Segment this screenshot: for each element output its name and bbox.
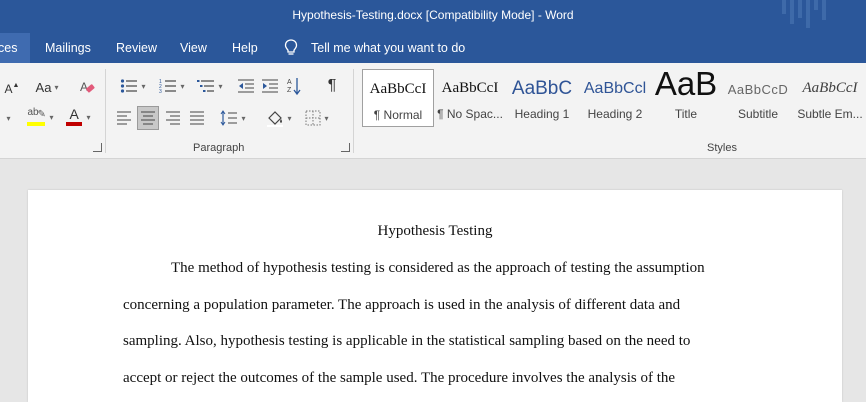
window-title: Hypothesis-Testing.docx [Compatibility M… (292, 8, 574, 22)
tab-mailings[interactable]: Mailings (43, 33, 93, 63)
increase-indent-icon (262, 79, 278, 93)
style-no-spacing[interactable]: AaBbCcI ¶ No Spac... (434, 69, 506, 127)
paragraph-line: accept or reject the outcomes of the sam… (123, 370, 676, 386)
line-spacing-button[interactable]: ▾ (217, 107, 249, 129)
title-bar: Hypothesis-Testing.docx [Compatibility M… (0, 0, 866, 33)
font-color-icon: A (65, 106, 83, 127)
svg-text:A: A (287, 79, 292, 86)
justify-button[interactable] (186, 107, 208, 129)
highlighter-icon: ab ✎ (26, 107, 46, 127)
font-color-button[interactable]: A ▾ (60, 106, 96, 128)
numbering-button[interactable]: 1 2 3 ▾ (154, 76, 190, 96)
style-normal[interactable]: AaBbCcI ¶ Normal (362, 69, 434, 127)
borders-button[interactable]: ▾ (300, 107, 334, 129)
increase-indent-button[interactable] (260, 76, 280, 96)
paragraph-line: The method of hypothesis testing is cons… (171, 260, 705, 276)
style-name: Heading 1 (514, 107, 570, 121)
align-left-button[interactable] (113, 107, 135, 129)
svg-text:A: A (80, 80, 88, 94)
style-heading-1[interactable]: AaBbC Heading 1 (506, 69, 578, 127)
font-color-label: A (69, 106, 79, 122)
paragraph-line: sampling. Also, hypothesis testing is ap… (123, 333, 691, 349)
paragraph-dialog-launcher[interactable] (341, 143, 350, 152)
style-title[interactable]: AaB Title (652, 65, 720, 127)
tell-me-search[interactable]: Tell me what you want to do (309, 33, 467, 63)
pilcrow-icon: ¶ (327, 77, 337, 94)
style-name: Subtle Em... (797, 107, 863, 121)
numbering-icon: 1 2 3 (159, 79, 177, 94)
text-effects-dropdown[interactable]: ▾ (0, 108, 14, 128)
svg-text:3: 3 (159, 89, 162, 94)
clear-formatting-icon: A (80, 80, 95, 94)
align-center-icon (141, 111, 155, 125)
style-sample: AaBbC (511, 78, 573, 99)
tab-review[interactable]: Review (114, 33, 159, 63)
lightbulb-icon (284, 39, 298, 55)
grow-font-label: A (4, 82, 13, 96)
style-subtitle[interactable]: AaBbCcD Subtitle (722, 69, 794, 127)
paragraph-line: concerning a population parameter. The a… (123, 297, 681, 313)
align-right-icon (166, 111, 180, 125)
style-sample: AaBbCcl (583, 80, 647, 97)
multilevel-list-icon (197, 80, 215, 92)
multilevel-list-button[interactable]: ▾ (192, 76, 228, 96)
change-case-button[interactable]: Aa ▾ (31, 77, 63, 97)
tab-help[interactable]: Help (230, 33, 260, 63)
justify-icon (190, 111, 204, 125)
clear-formatting-button[interactable]: A (77, 77, 97, 97)
style-sample: AaBbCcI (369, 81, 427, 97)
styles-gallery: AaBbCcI ¶ Normal AaBbCcI ¶ No Spac... Aa… (361, 65, 866, 129)
sort-icon: A Z (287, 78, 301, 96)
style-sample: AaB (654, 65, 718, 102)
show-formatting-marks-button[interactable]: ¶ (322, 76, 342, 96)
style-heading-2[interactable]: AaBbCcl Heading 2 (578, 69, 652, 127)
highlight-color-button[interactable]: ab ✎ ▾ (21, 106, 59, 128)
svg-text:Z: Z (287, 87, 292, 94)
font-dialog-launcher[interactable] (93, 143, 102, 152)
line-spacing-icon (221, 110, 238, 126)
style-subtle-emphasis[interactable]: AaBbCcI Subtle Em... (794, 69, 866, 127)
style-sample: AaBbCcI (441, 80, 499, 96)
styles-group-label: Styles (707, 142, 737, 154)
decrease-indent-button[interactable] (236, 76, 256, 96)
borders-icon (305, 110, 321, 126)
change-case-label: Aa (35, 79, 52, 95)
style-name: ¶ Normal (373, 108, 423, 122)
grow-font-button[interactable]: A ▲ (3, 79, 21, 99)
document-title: Hypothesis Testing (377, 223, 493, 239)
align-right-button[interactable] (162, 107, 184, 129)
group-separator (353, 69, 354, 153)
center-button[interactable] (137, 106, 159, 130)
align-left-icon (117, 111, 131, 125)
bullets-icon (121, 79, 138, 93)
sort-button[interactable]: A Z (285, 75, 303, 97)
bullets-button[interactable]: ▾ (115, 76, 151, 96)
decrease-indent-icon (238, 79, 254, 93)
tab-references[interactable]: ces (0, 33, 30, 63)
shading-button[interactable]: ▾ (262, 107, 296, 129)
ribbon-tab-bar: ces Mailings Review View Help Tell me wh… (0, 33, 866, 63)
tab-view[interactable]: View (178, 33, 209, 63)
document-page[interactable]: Hypothesis Testing The method of hypothe… (28, 190, 842, 402)
paragraph-group-label: Paragraph (193, 142, 245, 154)
style-name: Heading 2 (587, 107, 643, 121)
style-name: Subtitle (737, 107, 779, 121)
style-name: Title (674, 107, 698, 121)
style-sample: AaBbCcD (727, 82, 789, 97)
group-separator (105, 69, 106, 153)
title-bar-pattern (782, 0, 826, 28)
style-sample: AaBbCcI (802, 80, 858, 96)
style-name: ¶ No Spac... (437, 107, 503, 121)
paint-bucket-icon (267, 111, 284, 127)
